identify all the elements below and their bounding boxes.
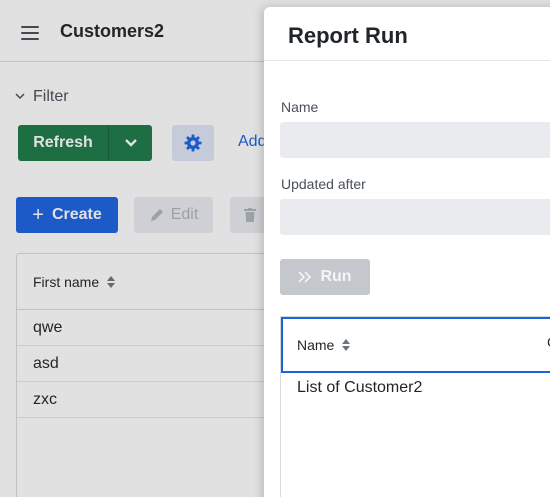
results-column-header[interactable]: Name C [281,317,550,373]
dialog-title: Report Run [288,23,408,48]
name-field[interactable] [280,122,550,158]
report-run-dialog: Report Run Name Updated after Run Name C… [264,7,550,497]
results-column-label: Name [297,337,335,353]
updated-after-label: Updated after [281,176,366,192]
double-chevron-right-icon [298,271,312,283]
name-label: Name [281,99,319,115]
divider [264,60,550,61]
updated-after-field[interactable] [280,199,550,235]
run-button[interactable]: Run [280,259,370,295]
list-item[interactable]: List of Customer2 [297,379,422,397]
results-grid: Name C List of Customer2 [280,316,550,497]
sort-icon[interactable] [342,339,351,351]
run-label: Run [320,268,352,285]
